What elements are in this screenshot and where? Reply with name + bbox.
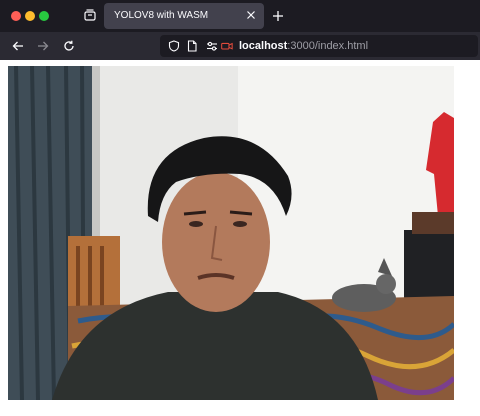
shield-icon[interactable] xyxy=(168,40,180,52)
camera-icon[interactable] xyxy=(221,40,233,52)
back-arrow-icon[interactable] xyxy=(12,40,24,52)
forward-arrow-icon[interactable] xyxy=(37,40,49,52)
reload-icon[interactable] xyxy=(63,40,75,52)
minimize-window-button[interactable] xyxy=(25,11,35,21)
permissions-icon[interactable] xyxy=(206,40,218,52)
url-text[interactable]: localhost:3000/index.html xyxy=(239,40,368,52)
url-host: localhost xyxy=(239,40,288,52)
tab-manager-icon[interactable] xyxy=(84,9,96,21)
page-content xyxy=(0,60,480,416)
page-icon[interactable] xyxy=(186,40,198,52)
webcam-video xyxy=(8,66,454,400)
tab-title: YOLOV8 with WASM xyxy=(114,10,209,21)
maximize-window-button[interactable] xyxy=(39,11,49,21)
webcam-frame xyxy=(8,66,454,400)
address-bar[interactable]: localhost:3000/index.html xyxy=(160,35,478,57)
url-path: :3000/index.html xyxy=(287,40,369,52)
close-icon[interactable] xyxy=(246,10,256,20)
navigation-toolbar: localhost:3000/index.html xyxy=(0,32,480,60)
plus-icon[interactable] xyxy=(272,10,284,22)
tab-active[interactable]: YOLOV8 with WASM xyxy=(104,3,264,29)
close-window-button[interactable] xyxy=(11,11,21,21)
title-bar: YOLOV8 with WASM xyxy=(0,0,480,32)
